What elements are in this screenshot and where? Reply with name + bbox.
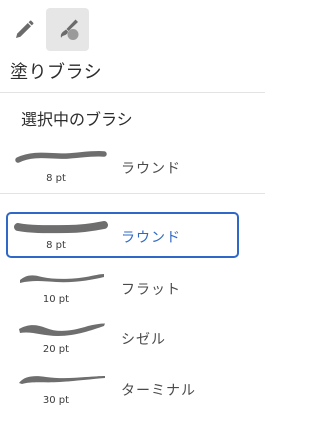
- brush-list-item-round[interactable]: 8 pt ラウンド: [6, 212, 239, 258]
- current-brush-section-label: 選択中のブラシ: [21, 110, 133, 129]
- panel-title: 塗りブラシ: [10, 62, 103, 83]
- paint-brush-tool-button[interactable]: [46, 8, 89, 51]
- brush-list-item-flat[interactable]: 10 pt フラット: [6, 264, 239, 310]
- flat-brush-stroke-preview: [20, 274, 104, 283]
- current-brush-name: ラウンド: [121, 161, 181, 177]
- brush-list-item-terminal[interactable]: 30 pt ターミナル: [6, 365, 239, 411]
- brush-name-label: フラット: [121, 282, 181, 298]
- brush-size-label: 10 pt: [42, 294, 70, 305]
- paint-brush-icon: [60, 19, 78, 40]
- round-brush-stroke-preview: [14, 221, 108, 234]
- divider: [0, 193, 265, 194]
- current-brush-preview: 8 pt ラウンド: [6, 143, 239, 189]
- brush-size-label: 8 pt: [46, 240, 66, 251]
- brush-name-label: ターミナル: [121, 383, 196, 399]
- brush-list-item-chisel[interactable]: 20 pt シゼル: [6, 314, 239, 360]
- brush-toolbar: [0, 0, 265, 55]
- round-brush-stroke-preview: [15, 151, 107, 163]
- terminal-brush-stroke-preview: [19, 376, 105, 384]
- brush-name-label: ラウンド: [121, 230, 181, 246]
- pencil-icon: [15, 20, 33, 38]
- current-brush-size: 8 pt: [46, 173, 66, 184]
- chisel-brush-stroke-preview: [19, 323, 105, 336]
- brush-size-label: 30 pt: [42, 395, 70, 406]
- divider: [0, 92, 265, 93]
- brush-name-label: シゼル: [121, 332, 166, 348]
- pencil-tool-button[interactable]: [2, 8, 45, 51]
- brush-size-label: 20 pt: [42, 344, 70, 355]
